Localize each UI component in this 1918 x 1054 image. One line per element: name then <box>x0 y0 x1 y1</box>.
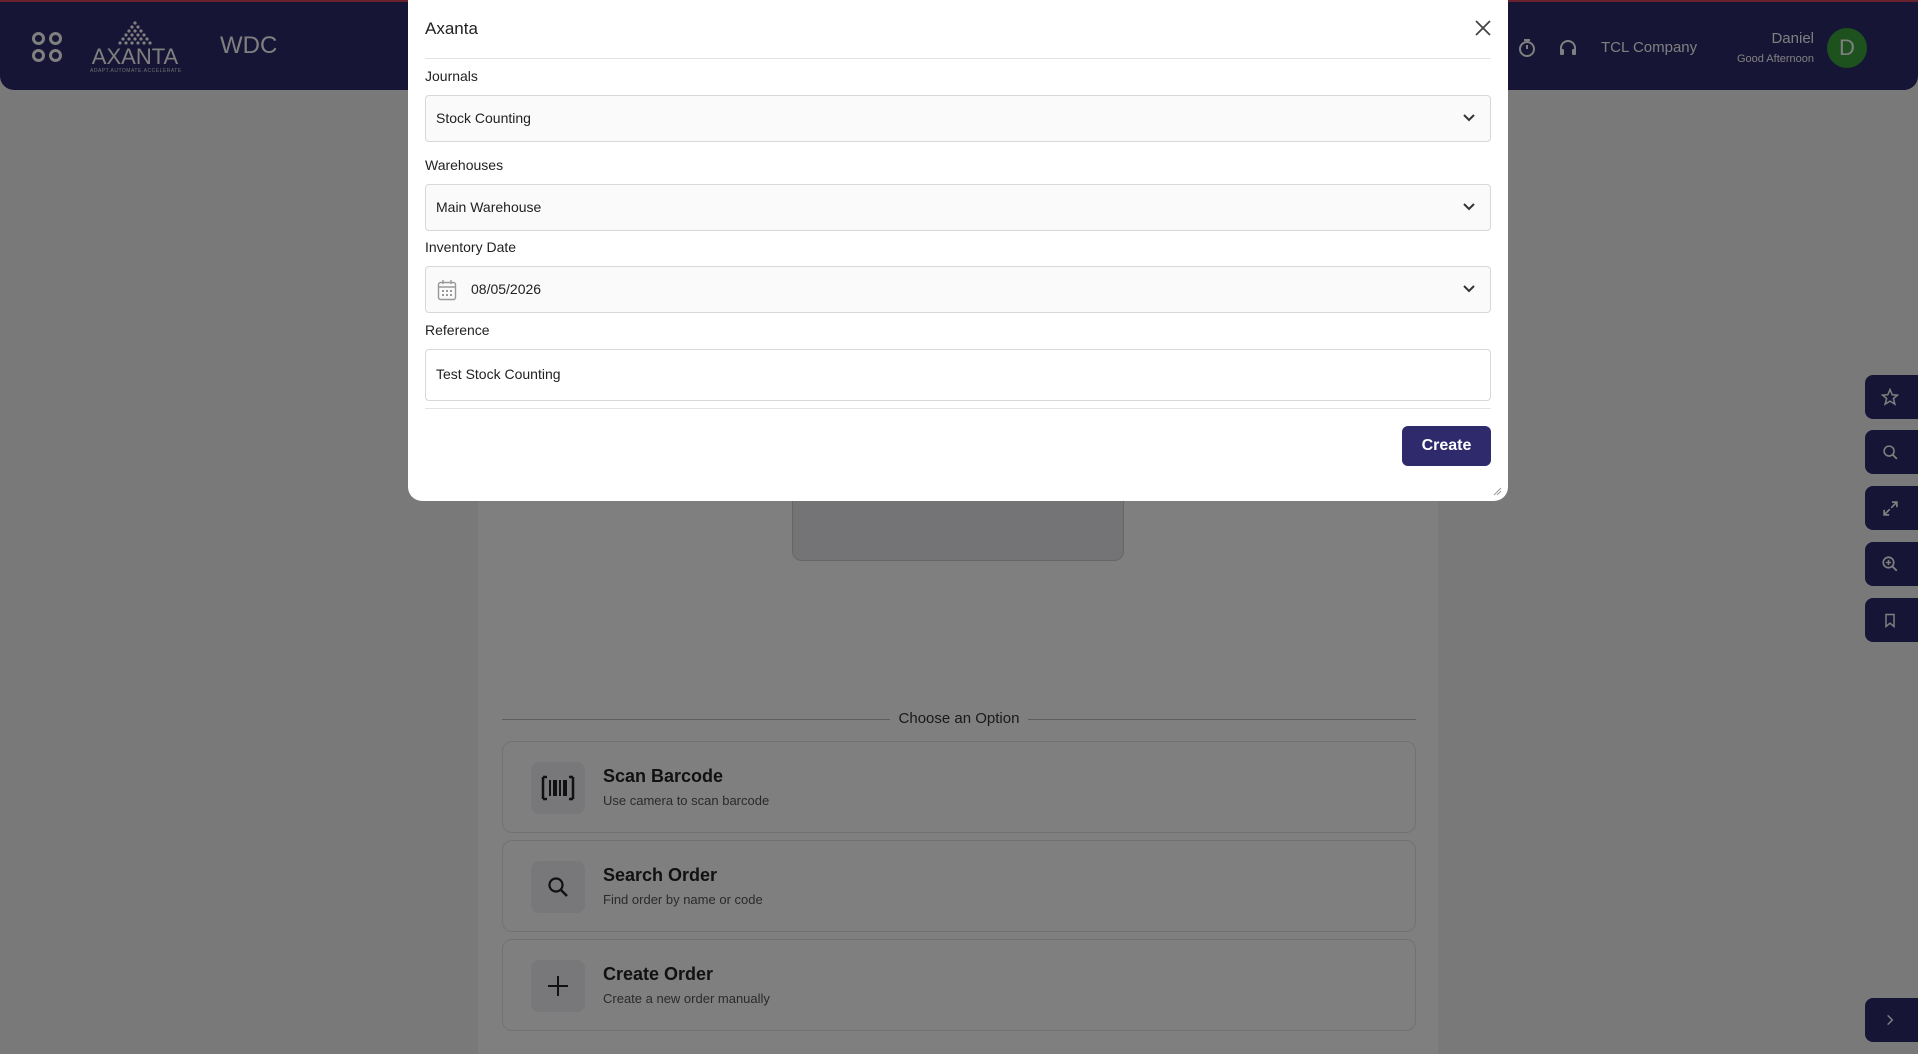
warehouses-value: Main Warehouse <box>436 199 542 215</box>
reference-label: Reference <box>425 322 490 338</box>
create-stock-count-modal: Axanta Journals Stock Counting Warehouse… <box>408 0 1508 501</box>
inventory-date-picker[interactable]: 08/05/2026 <box>425 266 1491 313</box>
chevron-down-icon <box>1463 285 1475 293</box>
close-icon[interactable] <box>1473 18 1493 38</box>
create-button[interactable]: Create <box>1402 426 1491 466</box>
warehouses-select[interactable]: Main Warehouse <box>425 184 1491 231</box>
resize-handle-icon[interactable] <box>1492 486 1502 496</box>
inventory-date-label: Inventory Date <box>425 239 517 255</box>
reference-input[interactable]: Test Stock Counting <box>425 349 1491 401</box>
chevron-down-icon <box>1463 114 1475 122</box>
journals-select[interactable]: Stock Counting <box>425 95 1491 142</box>
warehouses-label: Warehouses <box>425 157 504 173</box>
reference-value: Test Stock Counting <box>436 366 561 382</box>
inventory-date-value: 08/05/2026 <box>471 281 542 297</box>
modal-header-divider <box>425 58 1491 59</box>
calendar-icon <box>437 280 457 301</box>
modal-footer-divider <box>425 408 1491 409</box>
modal-title: Axanta <box>425 19 478 38</box>
journals-value: Stock Counting <box>436 110 531 126</box>
journals-label: Journals <box>425 68 478 84</box>
chevron-down-icon <box>1463 203 1475 211</box>
